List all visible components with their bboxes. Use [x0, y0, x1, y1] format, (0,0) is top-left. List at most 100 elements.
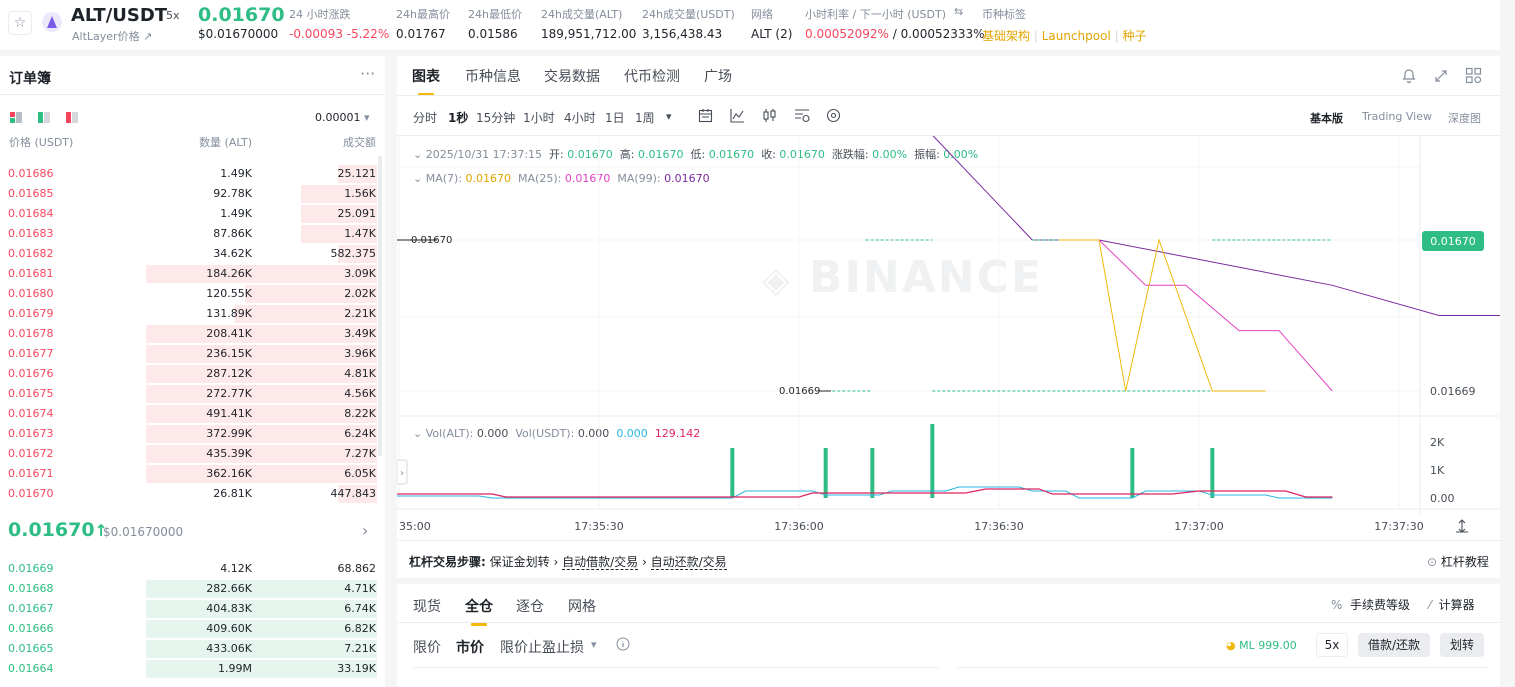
main-tab-3[interactable]: 代币检测 — [624, 66, 680, 86]
fullscreen-icon[interactable] — [1433, 68, 1449, 84]
row-price: 0.01672 — [8, 447, 54, 460]
interval-2[interactable]: 15分钟 — [476, 109, 515, 126]
orderbook-row[interactable]: 0.01673 372.99K 6.24K — [0, 424, 385, 444]
orderbook-row[interactable]: 0.01679 131.89K 2.21K — [0, 304, 385, 324]
orderbook-row[interactable]: 0.01669 4.12K 68.862 — [0, 559, 385, 579]
row-price: 0.01677 — [8, 347, 54, 360]
main-tab-0[interactable]: 图表 — [412, 66, 440, 96]
favorite-star-icon[interactable]: ☆ — [8, 11, 32, 35]
orderbook-row[interactable]: 0.01675 272.77K 4.56K — [0, 384, 385, 404]
stat-value-3: 189,951,712.00 — [541, 27, 637, 41]
transfer-button[interactable]: 划转 — [1440, 633, 1484, 657]
row-price: 0.01685 — [8, 187, 54, 200]
leverage-button[interactable]: 5x — [1316, 633, 1348, 657]
row-qty: 26.81K — [213, 487, 252, 500]
row-amount: 6.82K — [344, 622, 376, 635]
both-sides-view-icon[interactable] — [10, 112, 22, 123]
step-auto-borrow[interactable]: 自动借款/交易 — [562, 555, 639, 570]
trade-tab-3[interactable]: 网格 — [568, 596, 596, 616]
rate-toggle-icon[interactable]: ⇆ — [954, 5, 963, 18]
bell-icon[interactable] — [1401, 68, 1417, 84]
stat-value-1: 0.01767 — [396, 27, 446, 41]
interval-0[interactable]: 分时 — [413, 109, 437, 126]
trade-tab-1[interactable]: 全仓 — [465, 596, 493, 626]
layout-grid-icon[interactable] — [1465, 67, 1482, 84]
orderbook-row[interactable]: 0.01685 92.78K 1.56K — [0, 184, 385, 204]
row-price: 0.01684 — [8, 207, 54, 220]
orderbook-row[interactable]: 0.01666 409.60K 6.82K — [0, 619, 385, 639]
orderbook-row[interactable]: 0.01670 26.81K 447.843 — [0, 484, 385, 504]
row-qty: 372.99K — [206, 427, 252, 440]
indicator-icon[interactable] — [730, 108, 745, 123]
step-auto-repay[interactable]: 自动还款/交易 — [650, 555, 727, 570]
coin-tag[interactable]: 基础架构 — [982, 29, 1030, 43]
main-tab-1[interactable]: 币种信息 — [465, 66, 521, 86]
orderbook-row[interactable]: 0.01671 362.16K 6.05K — [0, 464, 385, 484]
orderbook-row[interactable]: 0.01674 491.41K 8.22K — [0, 404, 385, 424]
orderbook-row[interactable]: 0.01667 404.83K 6.74K — [0, 599, 385, 619]
chevron-right-icon[interactable]: › — [362, 521, 368, 540]
orderbook-row[interactable]: 0.01677 236.15K 3.96K — [0, 344, 385, 364]
orderbook-row[interactable]: 0.01665 433.06K 7.21K — [0, 639, 385, 659]
orderbook-row[interactable]: 0.01676 287.12K 4.81K — [0, 364, 385, 384]
coin-tag[interactable]: 种子 — [1122, 29, 1146, 43]
order-type-2[interactable]: 限价止盈止损 — [500, 637, 584, 657]
orderbook-row[interactable]: 0.01680 120.55K 2.02K — [0, 284, 385, 304]
divider — [397, 622, 1500, 623]
orderbook-row[interactable]: 0.01683 87.86K 1.47K — [0, 224, 385, 244]
token-subtitle[interactable]: AltLayer价格 ↗ — [72, 28, 152, 44]
more-options-icon[interactable]: ··· — [360, 64, 375, 83]
volume-bar — [870, 448, 875, 498]
main-tab-4[interactable]: 广场 — [704, 66, 732, 86]
asks-view-icon[interactable] — [66, 112, 78, 123]
step-transfer[interactable]: 保证金划转 — [490, 555, 550, 569]
view-mode-1[interactable]: Trading View — [1362, 110, 1432, 123]
row-amount: 1.47K — [344, 227, 376, 240]
candlestick-icon[interactable] — [762, 108, 777, 123]
chart-settings-icon[interactable] — [794, 108, 811, 123]
drawing-tools-icon[interactable] — [826, 108, 841, 123]
view-mode-2[interactable]: 深度图 — [1448, 110, 1481, 126]
interval-6[interactable]: 1周 — [635, 109, 655, 126]
x-axis-label: 17:36:00 — [774, 520, 823, 533]
trade-tab-0[interactable]: 现货 — [413, 596, 441, 616]
coin-tag[interactable]: Launchpool — [1042, 29, 1111, 43]
interval-5[interactable]: 1日 — [605, 109, 625, 126]
calendar-icon[interactable] — [698, 108, 713, 123]
calculator-link[interactable]: ⁄ 计算器 — [1429, 596, 1475, 613]
orderbook-row[interactable]: 0.01672 435.39K 7.27K — [0, 444, 385, 464]
borrow-repay-button[interactable]: 借款/还款 — [1358, 633, 1430, 657]
volume-lines — [397, 486, 1333, 499]
row-price: 0.01667 — [8, 602, 54, 615]
row-price: 0.01682 — [8, 247, 54, 260]
precision-select[interactable]: 0.00001 ▾ — [315, 111, 370, 124]
orderbook-row[interactable]: 0.01681 184.26K 3.09K — [0, 264, 385, 284]
bids-view-icon[interactable] — [38, 112, 50, 123]
order-type-1[interactable]: 市价 — [456, 637, 484, 657]
fee-level-link[interactable]: % 手续费等级 — [1331, 596, 1410, 613]
interval-dropdown-icon[interactable]: ▾ — [666, 110, 672, 123]
price-chart[interactable]: 0.01670 0.01669 0.01669 2K 1K 0.00 35:00 17:35… — [397, 136, 1500, 536]
orderbook-row[interactable]: 0.01686 1.49K 25.121 — [0, 164, 385, 184]
orderbook-row[interactable]: 0.01678 208.41K 3.49K — [0, 324, 385, 344]
trade-tab-2[interactable]: 逐仓 — [516, 596, 544, 616]
ticker-header: ☆ ALT/USDT 5x AltLayer价格 ↗ 0.01670 $0.01… — [0, 0, 1500, 50]
order-type-dropdown-icon[interactable]: ▾ — [591, 638, 597, 651]
interval-3[interactable]: 1小时 — [523, 109, 555, 126]
interval-4[interactable]: 4小时 — [564, 109, 596, 126]
orderbook-row[interactable]: 0.01664 1.99M 33.19K — [0, 659, 385, 679]
view-mode-0[interactable]: 基本版 — [1310, 110, 1343, 126]
margin-tutorial-link[interactable]: ⊙ 杠杆教程 — [1427, 553, 1489, 570]
row-qty: 272.77K — [206, 387, 252, 400]
row-qty: 362.16K — [206, 467, 252, 480]
orderbook-row[interactable]: 0.01684 1.49K 25.091 — [0, 204, 385, 224]
main-tab-2[interactable]: 交易数据 — [544, 66, 600, 86]
order-type-0[interactable]: 限价 — [413, 637, 441, 657]
auto-scale-icon[interactable] — [1455, 519, 1469, 533]
orderbook-row[interactable]: 0.01668 282.66K 4.71K — [0, 579, 385, 599]
row-price: 0.01681 — [8, 267, 54, 280]
orderbook-row[interactable]: 0.01682 34.62K 582.375 — [0, 244, 385, 264]
interval-1[interactable]: 1秒 — [448, 109, 468, 126]
divider — [397, 95, 1500, 96]
info-icon[interactable] — [616, 637, 630, 651]
